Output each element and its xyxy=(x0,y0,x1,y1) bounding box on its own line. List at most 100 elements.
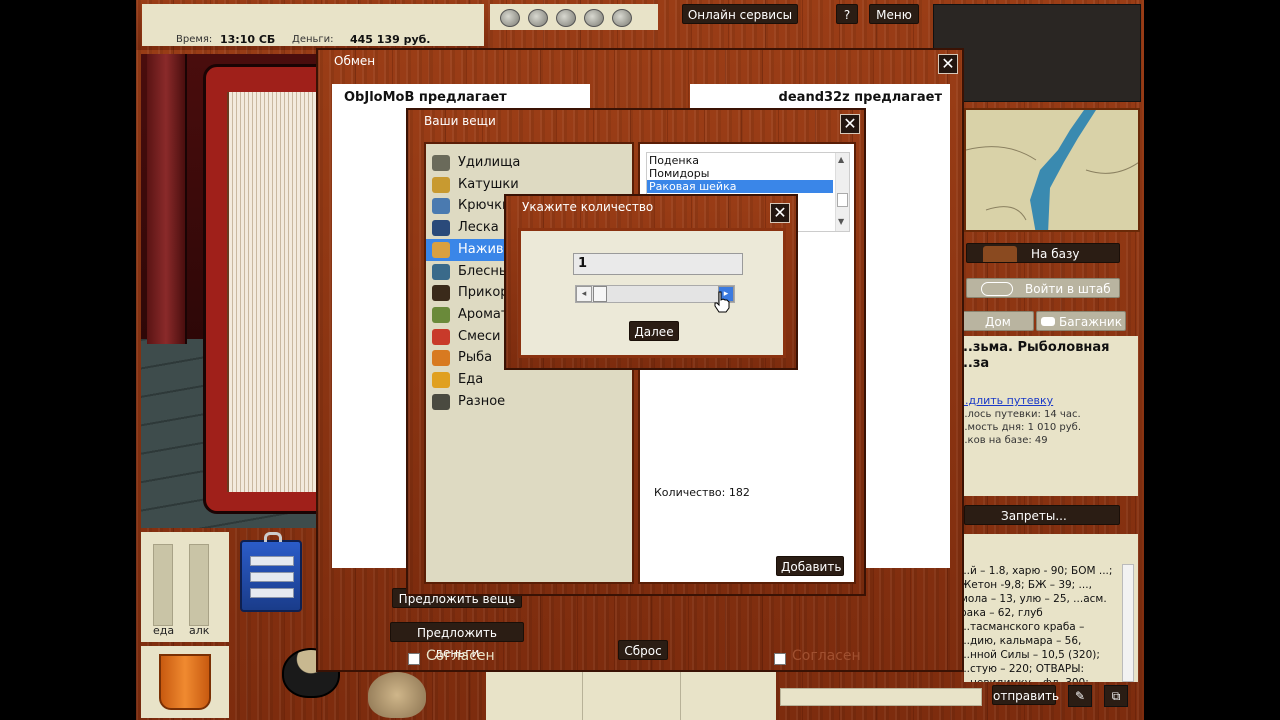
close-icon[interactable]: ✕ xyxy=(840,114,860,134)
menu-button[interactable]: Меню xyxy=(869,4,919,24)
your-items-title: Ваши вещи xyxy=(424,114,496,128)
category-label: Блесны xyxy=(458,263,510,279)
help-button[interactable]: ? xyxy=(836,4,858,24)
bait-icon xyxy=(432,241,450,258)
slider-thumb[interactable] xyxy=(593,286,607,302)
quantity-dialog: Укажите количество ✕ 1 ◂ ▸ Далее xyxy=(504,194,798,370)
game-screen: Время: 13:10 СБ Деньги: 445 139 руб. Онл… xyxy=(0,0,1280,720)
reset-button[interactable]: Сброс xyxy=(618,640,668,660)
send-button[interactable]: отправить xyxy=(992,685,1059,705)
category-item[interactable]: Разное xyxy=(426,391,632,413)
category-label: Леска xyxy=(458,220,499,236)
alcohol-bar xyxy=(189,544,209,626)
item-list-scrollbar[interactable]: ▲ ▼ xyxy=(835,153,849,231)
car-icon xyxy=(1041,317,1055,326)
home-label: Дом xyxy=(985,315,1011,329)
category-label: Катушки xyxy=(458,176,519,192)
people-icon xyxy=(981,282,1013,296)
food-icon xyxy=(432,372,450,388)
quantity-title: Укажите количество xyxy=(522,200,654,214)
bucket-icon xyxy=(159,654,211,710)
offer-money-button[interactable]: Предложить деньги xyxy=(390,622,524,660)
quantity-text: Количество: 182 xyxy=(654,486,750,499)
extend-trip-link[interactable]: ...длить путевку xyxy=(964,394,1053,407)
misc-icon xyxy=(432,393,450,410)
chat-input[interactable] xyxy=(780,688,982,706)
next-button[interactable]: Далее xyxy=(629,321,679,341)
partner-agree-checkbox xyxy=(774,653,786,665)
groundbait-icon xyxy=(432,285,450,302)
map-view[interactable] xyxy=(964,108,1140,232)
tackle-box-icon[interactable] xyxy=(240,532,302,612)
enter-hq-label: Войти в штаб xyxy=(1025,282,1111,296)
category-item[interactable]: Еда xyxy=(426,369,632,391)
house-icon xyxy=(983,246,1017,262)
trunk-label: Багажник xyxy=(1059,315,1122,329)
category-item[interactable]: Удилища xyxy=(426,152,632,174)
item-row[interactable]: Помидоры xyxy=(647,167,833,180)
bell-icon[interactable] xyxy=(584,9,604,27)
day-cost-text: ...мость дня: 1 010 руб. xyxy=(964,422,1082,433)
food-label: еда xyxy=(153,624,175,637)
category-label: Крючки xyxy=(458,198,511,214)
add-button[interactable]: Добавить xyxy=(776,556,844,576)
line-icon xyxy=(432,220,450,237)
close-icon[interactable]: ✕ xyxy=(938,54,958,74)
bucket-slot[interactable] xyxy=(141,646,229,718)
slider-left-icon[interactable]: ◂ xyxy=(576,286,592,302)
food-bar xyxy=(153,544,173,626)
chat-text: ...й – 1.8, харю - 90; БОМ ...; Жетон -9… xyxy=(964,565,1113,682)
agree-label: Согласен xyxy=(426,648,495,664)
hand-cursor-icon xyxy=(714,291,730,313)
category-label: Удилища xyxy=(458,155,521,170)
my-offer-heading: ObJloMoB предлагает xyxy=(344,90,507,105)
money-value: 445 139 руб. xyxy=(350,33,431,46)
partner-agree-label: Согласен xyxy=(792,648,861,664)
bell-icon[interactable] xyxy=(500,9,520,27)
time-label: Время: xyxy=(176,34,213,45)
category-label: Еда xyxy=(458,372,484,387)
expand-icon[interactable]: ⧉ xyxy=(1104,685,1128,707)
location-title: ...зьма. Рыболовная ...за xyxy=(964,340,1110,371)
to-base-button[interactable]: На базу xyxy=(966,243,1120,263)
bell-icon[interactable] xyxy=(556,9,576,27)
online-services-button[interactable]: Онлайн сервисы xyxy=(682,4,798,24)
bell-icon[interactable] xyxy=(612,9,632,27)
money-label: Деньги: xyxy=(292,34,334,45)
category-item[interactable]: Катушки xyxy=(426,174,632,196)
agree-checkbox[interactable] xyxy=(408,653,420,665)
fish-icon xyxy=(432,350,450,367)
time-value: 13:10 СБ xyxy=(220,33,276,46)
pen-icon[interactable]: ✎ xyxy=(1068,685,1092,707)
enter-hq-button[interactable]: Войти в штаб xyxy=(966,278,1120,298)
scene-post xyxy=(147,54,187,344)
mix-icon xyxy=(432,328,450,345)
trunk-button[interactable]: Багажник xyxy=(1036,311,1126,331)
location-info: ...зьма. Рыболовная ...за ...длить путев… xyxy=(964,336,1138,496)
category-label: Разное xyxy=(458,393,506,409)
to-base-label: На базу xyxy=(1031,247,1080,261)
quantity-input[interactable]: 1 xyxy=(573,253,743,275)
category-label: Смеси xyxy=(458,328,501,344)
inventory-strip xyxy=(486,672,776,720)
trip-left-text: ...лось путевки: 14 час. xyxy=(964,409,1081,420)
partner-offer-heading: deand32z предлагает xyxy=(778,90,942,105)
item-row[interactable]: Раковая шейка xyxy=(647,180,833,193)
exchange-title: Обмен xyxy=(334,54,376,68)
chat-scrollbar[interactable] xyxy=(1122,564,1134,682)
scene-view xyxy=(141,54,321,528)
chat-log[interactable]: ...й – 1.8, харю - 90; БОМ ...; Жетон -9… xyxy=(964,534,1138,682)
alcohol-label: алк xyxy=(189,624,210,637)
sack-icon[interactable] xyxy=(368,672,426,718)
hook-icon xyxy=(432,198,450,215)
book-pages xyxy=(227,92,321,492)
players-text: ...ков на базе: 49 xyxy=(964,435,1048,446)
bans-button[interactable]: Запреты... xyxy=(964,505,1120,525)
top-right-panel xyxy=(933,4,1141,102)
quantity-slider[interactable]: ◂ ▸ xyxy=(575,285,735,303)
close-icon[interactable]: ✕ xyxy=(770,203,790,223)
bell-icon[interactable] xyxy=(528,9,548,27)
home-button[interactable]: Дом xyxy=(962,311,1034,331)
river-icon xyxy=(966,110,1138,230)
item-row[interactable]: Поденка xyxy=(647,154,833,167)
